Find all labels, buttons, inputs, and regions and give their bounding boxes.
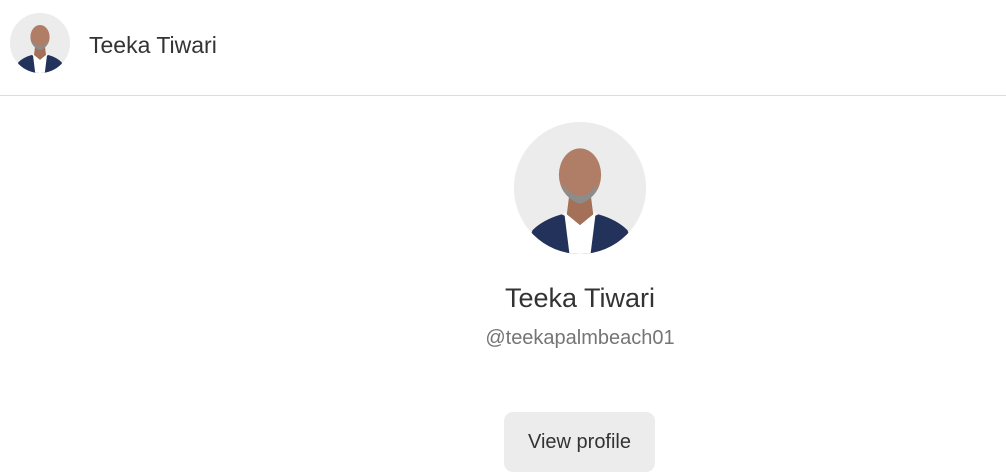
profile-name: Teeka Tiwari [504,283,656,313]
profile-avatar[interactable] [514,122,646,254]
profile-photo-icon [10,13,70,73]
profile-handle: @teekapalmbeach01 [485,327,675,349]
top-bar: Teeka Tiwari [0,0,1006,96]
header-avatar[interactable] [10,13,70,73]
header-user-name: Teeka Tiwari [89,32,217,58]
profile-photo-icon [514,122,646,254]
view-profile-button[interactable]: View profile [504,412,655,472]
